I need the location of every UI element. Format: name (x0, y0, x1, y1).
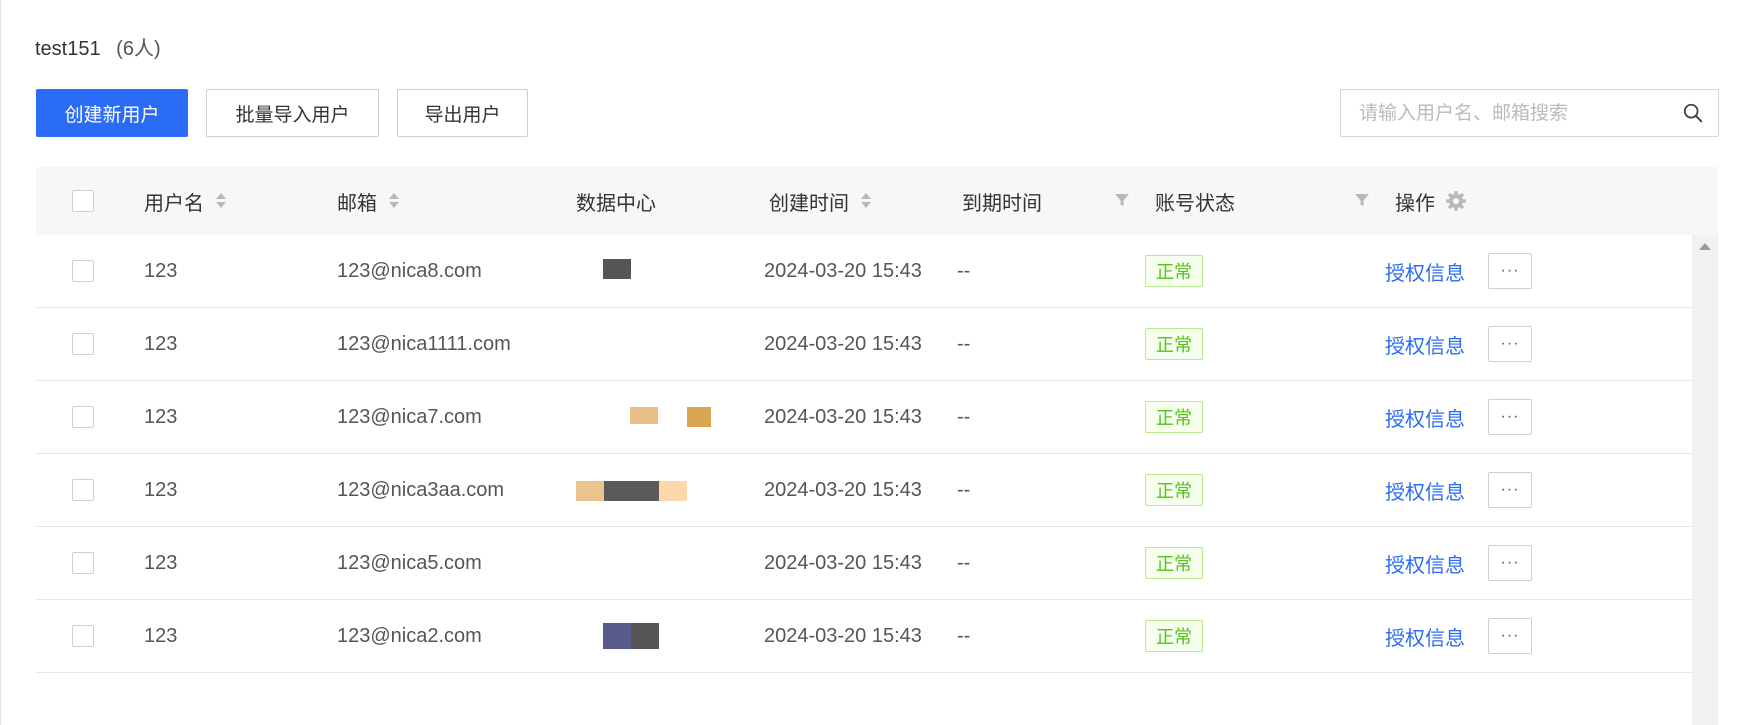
select-all-checkbox[interactable] (72, 190, 94, 212)
status-badge: 正常 (1145, 620, 1203, 652)
column-datacenter-label: 数据中心 (576, 192, 656, 215)
more-icon[interactable]: ··· (1488, 399, 1532, 435)
page-left-border (0, 0, 1, 725)
row-checkbox[interactable] (72, 479, 94, 501)
batch-import-button[interactable]: 批量导入用户 (206, 89, 379, 137)
created-cell: 2024-03-20 15:43 (764, 624, 922, 647)
search-icon[interactable] (1682, 102, 1704, 124)
row-checkbox[interactable] (72, 333, 94, 355)
sort-icon[interactable] (216, 192, 226, 210)
column-created[interactable]: 创建时间 (769, 167, 871, 235)
column-username-label: 用户名 (144, 192, 204, 215)
table-row: 123 123@nica2.com 2024-03-20 15:43 -- 正常… (36, 600, 1692, 673)
column-actions-label: 操作 (1395, 192, 1435, 215)
column-expires-label: 到期时间 (962, 192, 1042, 215)
email-cell: 123@nica1111.com (337, 332, 511, 355)
column-status-label: 账号状态 (1155, 192, 1235, 215)
sort-icon[interactable] (861, 192, 871, 210)
create-user-button[interactable]: 创建新用户 (36, 89, 188, 137)
username-cell: 123 (144, 624, 178, 647)
table-row: 123 123@nica1111.com 2024-03-20 15:43 --… (36, 308, 1692, 381)
datacenter-redacted (687, 407, 711, 427)
expires-cell: -- (957, 478, 971, 501)
row-checkbox[interactable] (72, 406, 94, 428)
username-cell: 123 (144, 551, 178, 574)
scroll-up-icon[interactable] (1699, 243, 1711, 250)
datacenter-redacted (603, 623, 631, 649)
status-badge: 正常 (1145, 255, 1203, 287)
more-icon[interactable]: ··· (1488, 472, 1532, 508)
row-checkbox[interactable] (72, 552, 94, 574)
created-cell: 2024-03-20 15:43 (764, 478, 922, 501)
username-cell: 123 (144, 259, 178, 282)
status-badge: 正常 (1145, 474, 1203, 506)
group-name: test151 (35, 38, 101, 60)
username-cell: 123 (144, 478, 178, 501)
datacenter-redacted (659, 481, 687, 501)
column-email[interactable]: 邮箱 (337, 167, 399, 235)
more-icon[interactable]: ··· (1488, 618, 1532, 654)
column-expires: 到期时间 (962, 167, 1042, 235)
created-cell: 2024-03-20 15:43 (764, 332, 922, 355)
auth-info-link[interactable]: 授权信息 (1385, 308, 1465, 380)
filter-icon[interactable] (1114, 192, 1130, 208)
email-cell: 123@nica7.com (337, 405, 482, 428)
more-icon[interactable]: ··· (1488, 545, 1532, 581)
table-row: 123 123@nica8.com 2024-03-20 15:43 -- 正常… (36, 235, 1692, 308)
page-title: test151 (6人) (35, 32, 161, 61)
auth-info-link[interactable]: 授权信息 (1385, 527, 1465, 599)
column-email-label: 邮箱 (337, 192, 377, 215)
column-username[interactable]: 用户名 (144, 167, 226, 235)
filter-icon[interactable] (1354, 192, 1370, 208)
datacenter-redacted (631, 623, 659, 649)
email-cell: 123@nica8.com (337, 259, 482, 282)
column-status: 账号状态 (1155, 167, 1235, 235)
datacenter-redacted (576, 481, 604, 501)
vertical-scrollbar[interactable] (1692, 235, 1718, 725)
column-datacenter: 数据中心 (576, 167, 656, 235)
column-created-label: 创建时间 (769, 192, 849, 215)
search-box (1340, 89, 1719, 138)
table-row: 123 123@nica5.com 2024-03-20 15:43 -- 正常… (36, 527, 1692, 600)
member-count: (6人) (116, 38, 161, 60)
status-badge: 正常 (1145, 328, 1203, 360)
export-users-button[interactable]: 导出用户 (397, 89, 528, 137)
expires-cell: -- (957, 332, 971, 355)
expires-cell: -- (957, 259, 971, 282)
column-actions: 操作 (1395, 167, 1467, 235)
expires-cell: -- (957, 624, 971, 647)
more-icon[interactable]: ··· (1488, 326, 1532, 362)
auth-info-link[interactable]: 授权信息 (1385, 381, 1465, 453)
email-cell: 123@nica5.com (337, 551, 482, 574)
username-cell: 123 (144, 405, 178, 428)
created-cell: 2024-03-20 15:43 (764, 551, 922, 574)
table-header: 用户名 邮箱 数据中心 创建时间 到期时间 账号状态 操作 (36, 167, 1718, 235)
table-row: 123 123@nica3aa.com 2024-03-20 15:43 -- … (36, 454, 1692, 527)
username-cell: 123 (144, 332, 178, 355)
status-badge: 正常 (1145, 547, 1203, 579)
sort-icon[interactable] (389, 192, 399, 210)
expires-cell: -- (957, 405, 971, 428)
email-cell: 123@nica3aa.com (337, 478, 505, 501)
table-row: 123 123@nica7.com 2024-03-20 15:43 -- 正常… (36, 381, 1692, 454)
auth-info-link[interactable]: 授权信息 (1385, 235, 1465, 307)
created-cell: 2024-03-20 15:43 (764, 259, 922, 282)
email-cell: 123@nica2.com (337, 624, 482, 647)
status-badge: 正常 (1145, 401, 1203, 433)
datacenter-redacted (603, 259, 631, 279)
row-checkbox[interactable] (72, 260, 94, 282)
more-icon[interactable]: ··· (1488, 253, 1532, 289)
gear-icon[interactable] (1445, 190, 1467, 212)
datacenter-redacted (604, 481, 659, 501)
auth-info-link[interactable]: 授权信息 (1385, 600, 1465, 672)
auth-info-link[interactable]: 授权信息 (1385, 454, 1465, 526)
search-input[interactable] (1357, 90, 1671, 138)
created-cell: 2024-03-20 15:43 (764, 405, 922, 428)
row-checkbox[interactable] (72, 625, 94, 647)
datacenter-redacted (630, 407, 658, 424)
expires-cell: -- (957, 551, 971, 574)
